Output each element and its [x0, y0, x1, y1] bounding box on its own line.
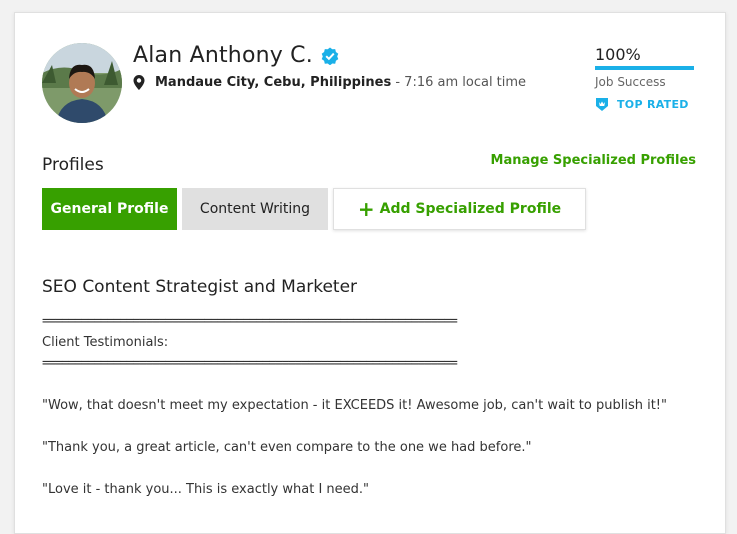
job-success-bar	[595, 66, 694, 70]
location-separator: -	[391, 75, 405, 90]
top-rated-icon	[596, 98, 608, 111]
profile-headline: SEO Content Strategist and Marketer	[42, 277, 358, 297]
add-specialized-profile-button[interactable]: + Add Specialized Profile	[333, 188, 586, 230]
job-stats: 100% Job Success TOP RATED	[595, 45, 695, 112]
job-success-bar-fill	[595, 66, 694, 70]
tab-general-profile[interactable]: General Profile	[42, 188, 177, 230]
profile-overview: ========================================…	[42, 311, 682, 500]
profiles-heading: Profiles	[42, 155, 104, 175]
separator-rule: ========================================…	[42, 356, 458, 371]
top-rated-badge[interactable]: TOP RATED	[595, 97, 695, 112]
testimonials-label: Client Testimonials:	[42, 335, 169, 350]
separator-rule: ========================================…	[42, 314, 458, 329]
tab-content-writing[interactable]: Content Writing	[182, 188, 328, 230]
top-rated-label: TOP RATED	[617, 98, 689, 111]
testimonial-quote: "Wow, that doesn't meet my expectation -…	[42, 398, 667, 413]
freelancer-name: Alan Anthony C.	[133, 43, 313, 68]
profile-card: Alan Anthony C. Mandaue City, Cebu, Phil…	[14, 12, 726, 534]
testimonial-quote: "Love it - thank you... This is exactly …	[42, 482, 370, 497]
name-row: Alan Anthony C.	[133, 43, 339, 68]
verified-badge-icon	[321, 47, 339, 65]
avatar-photo	[42, 43, 122, 123]
location-pin-icon	[133, 75, 145, 90]
local-time: 7:16 am local time	[404, 75, 527, 90]
job-success-label: Job Success	[595, 75, 666, 89]
plus-icon: +	[357, 197, 375, 221]
job-success-value: 100%	[595, 45, 641, 64]
manage-specialized-profiles-link[interactable]: Manage Specialized Profiles	[491, 153, 696, 168]
add-specialized-profile-label: Add Specialized Profile	[379, 201, 562, 217]
location-city: Mandaue City, Cebu, Philippines	[155, 75, 392, 90]
testimonial-quote: "Thank you, a great article, can't even …	[42, 440, 532, 455]
location-row: Mandaue City, Cebu, Philippines - 7:16 a…	[133, 75, 526, 90]
avatar[interactable]	[42, 43, 122, 123]
profile-tabs: General Profile Content Writing + Add Sp…	[42, 188, 586, 230]
